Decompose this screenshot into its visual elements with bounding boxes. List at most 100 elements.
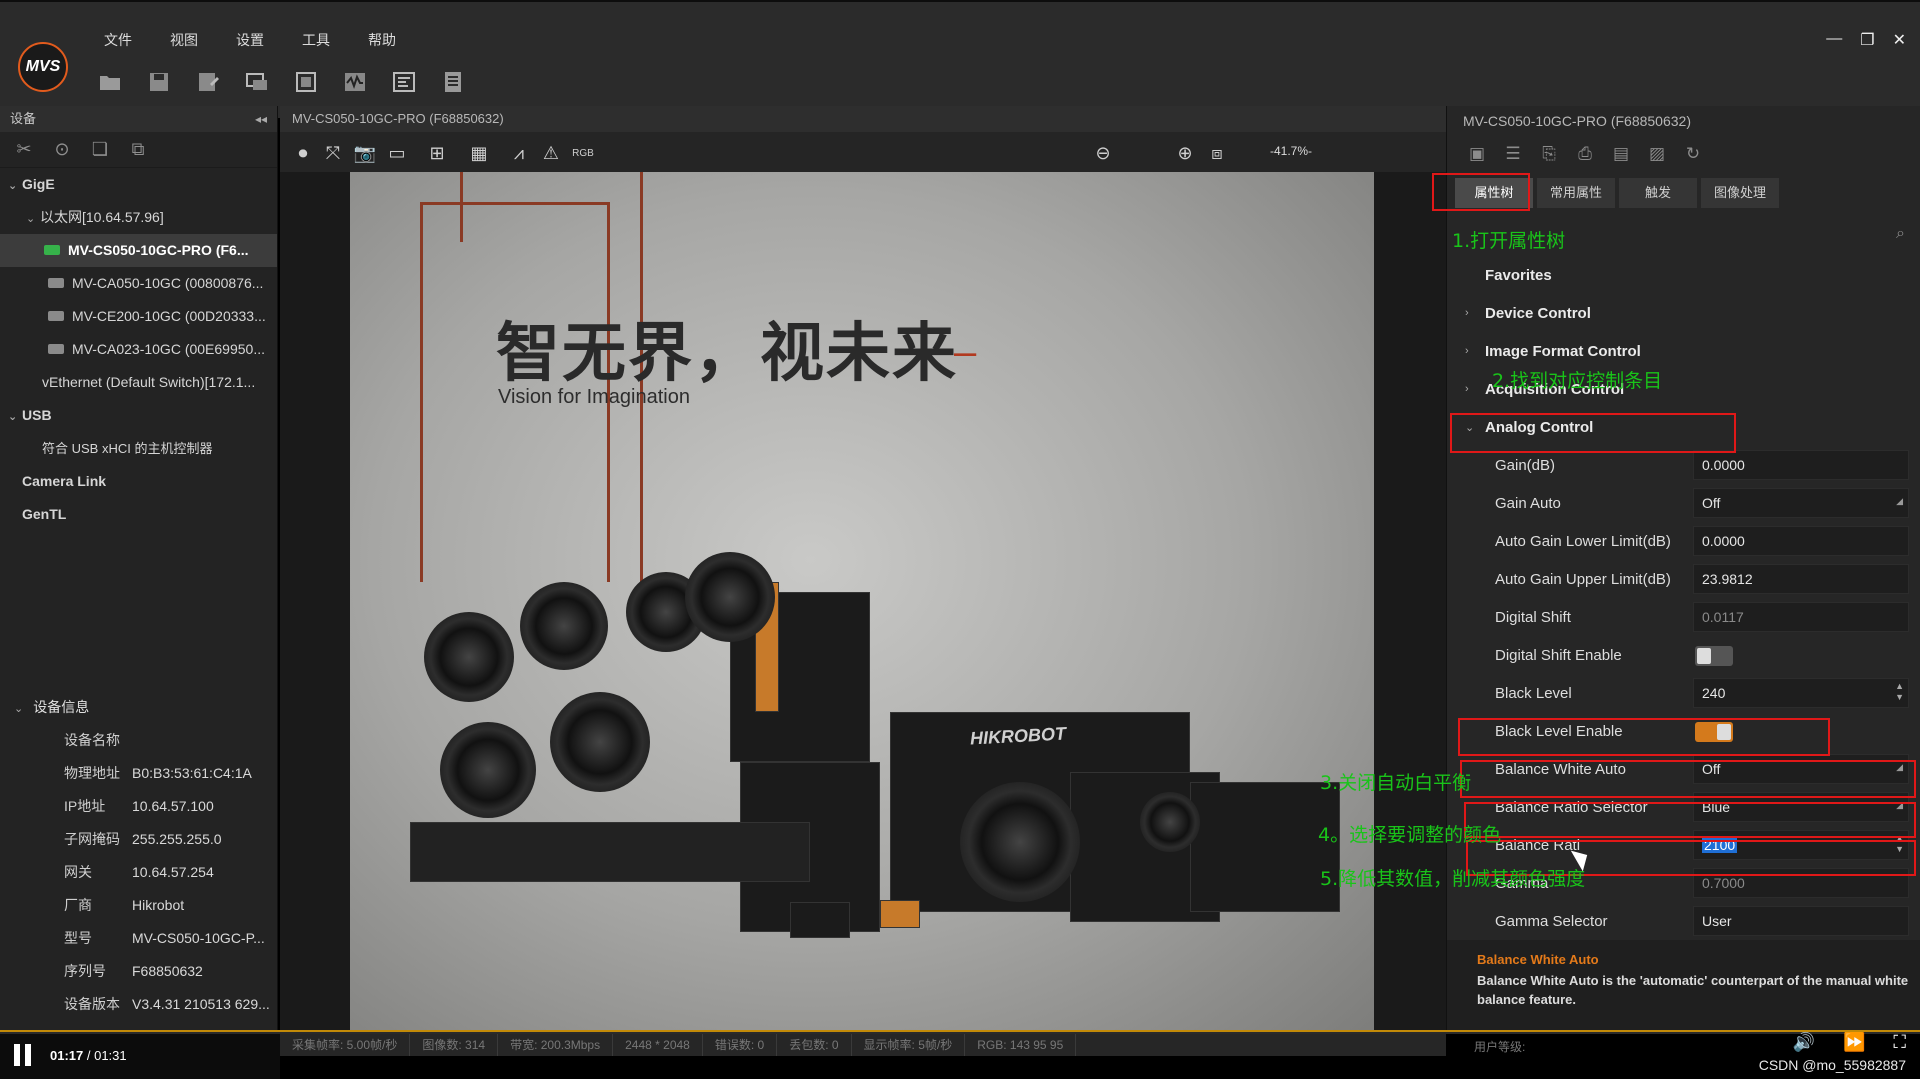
video-total-time: 01:31 <box>94 1048 127 1063</box>
histogram-icon[interactable]: ⩘ <box>506 140 532 166</box>
close-icon[interactable]: ✕ <box>1893 30 1906 50</box>
main-toolbar <box>96 68 488 96</box>
annotation-step2: 2.找到对应控制条目 <box>1492 370 1663 392</box>
gain-auto-select[interactable]: Off ◢ <box>1693 488 1909 518</box>
status-image-count: 图像数: 314 <box>410 1034 499 1056</box>
device-tree: ⌄ GigE ⌄ 以太网[10.64.57.96] MV-CS050-10GC-PR… <box>0 168 277 531</box>
zoom-out-icon[interactable]: ⊖ <box>1090 140 1116 166</box>
snapshot-icon[interactable]: 📷 <box>352 140 378 166</box>
warning-icon[interactable]: ⚠ <box>538 140 564 166</box>
open-folder-icon[interactable] <box>96 68 124 96</box>
multi-device-icon[interactable]: ⧉ <box>126 138 150 162</box>
tree-usb[interactable]: ⌄ USB <box>0 399 277 432</box>
auto-gain-lower-input[interactable]: 0.0000 <box>1693 526 1909 556</box>
actual-size-icon[interactable]: ⧈ <box>1204 140 1230 166</box>
minimize-icon[interactable]: — <box>1826 30 1842 50</box>
tree-camera-link[interactable]: Camera Link <box>0 465 277 498</box>
tree-device-2[interactable]: MV-CA050-10GC (00800876... <box>0 267 277 300</box>
tab-common-properties[interactable]: 常用属性 <box>1537 178 1615 208</box>
gain-input[interactable]: 0.0000 <box>1693 450 1909 480</box>
info-value: V3.4.31 210513 629... <box>132 996 270 1012</box>
save-params-icon[interactable]: ▨ <box>1645 142 1669 166</box>
menu-settings[interactable]: 设置 <box>236 30 302 50</box>
player-right-controls: 🔊 ⏩ ⛶ <box>1793 1032 1906 1053</box>
stop-icon[interactable]: ⊙ <box>50 138 74 162</box>
digital-shift-input[interactable]: 0.0117 <box>1693 602 1909 632</box>
save-as-icon[interactable] <box>194 68 222 96</box>
video-current-time: 01:17 <box>50 1048 84 1063</box>
gamma-selector-select[interactable]: User <box>1693 906 1909 936</box>
restore-icon[interactable]: ❐ <box>1860 30 1874 50</box>
prop-value: 0.0000 <box>1702 457 1745 473</box>
image-viewport[interactable]: 智无界，视未来 – Vision for Imagination HIKROBO… <box>280 172 1446 1034</box>
description-text: Balance White Auto is the 'automatic' co… <box>1477 973 1909 1007</box>
tree-gentl[interactable]: GenTL <box>0 498 277 531</box>
spinner-icon[interactable]: ▲ ▼ <box>1895 681 1904 703</box>
group-image-format[interactable]: › Image Format Control <box>1447 332 1909 370</box>
menu-file[interactable]: 文件 <box>104 30 170 50</box>
collapse-panel-icon[interactable]: ◂◂ <box>255 106 267 132</box>
export-icon[interactable]: ⎙ <box>1573 142 1597 166</box>
prop-label: Gain(dB) <box>1495 456 1556 474</box>
refresh-icon[interactable]: ↻ <box>1681 142 1705 166</box>
usb-label: USB <box>22 407 52 423</box>
info-row: 网关 10.64.57.254 <box>0 856 278 889</box>
camera-image: 智无界，视未来 – Vision for Imagination HIKROBO… <box>350 172 1374 1034</box>
headline-dash: – <box>954 330 977 374</box>
fit-window-icon[interactable]: ⤧ <box>320 140 346 166</box>
red-line-decoration <box>460 172 463 242</box>
zoom-in-icon[interactable]: ⊕ <box>1172 140 1198 166</box>
tree-usb-controller[interactable]: 符合 USB xHCI 的主机控制器 <box>0 432 277 465</box>
rgb-pick-icon[interactable]: RGB <box>570 140 596 166</box>
record-icon[interactable]: ▭ <box>384 140 410 166</box>
waveform-icon[interactable] <box>341 68 369 96</box>
log-list-icon[interactable] <box>439 68 467 96</box>
device-panel-header: 设备 ◂◂ <box>0 106 277 132</box>
file-icon[interactable]: ▤ <box>1609 142 1633 166</box>
prop-value: 0.0117 <box>1702 609 1744 625</box>
digital-shift-enable-toggle[interactable] <box>1695 646 1733 666</box>
prop-black-level: Black Level 240 ▲ ▼ <box>1447 674 1909 712</box>
fullscreen-icon[interactable] <box>292 68 320 96</box>
save-icon[interactable] <box>145 68 173 96</box>
group-favorites[interactable]: Favorites <box>1447 256 1909 294</box>
multi-window-icon[interactable] <box>243 68 271 96</box>
chevron-right-icon: › <box>1465 307 1469 319</box>
search-icon[interactable]: ⌕ <box>1896 225 1905 243</box>
stop-grab-icon[interactable]: ⏺ <box>290 140 316 166</box>
split-view-icon[interactable]: ⊞ <box>424 140 450 166</box>
prop-digital-shift-enable: Digital Shift Enable <box>1447 636 1909 674</box>
tree-device-4[interactable]: MV-CA023-10GC (00E69950... <box>0 333 277 366</box>
pause-icon[interactable] <box>14 1044 32 1066</box>
copy-device-icon[interactable]: ❏ <box>88 138 112 162</box>
prop-label: Digital Shift <box>1495 608 1571 626</box>
camera-lens <box>1140 792 1200 852</box>
tree-gige[interactable]: ⌄ GigE <box>0 168 277 201</box>
menu-help[interactable]: 帮助 <box>368 30 434 50</box>
tab-image-processing[interactable]: 图像处理 <box>1701 178 1779 208</box>
grid-icon[interactable]: ▦ <box>466 140 492 166</box>
menu-view[interactable]: 视图 <box>170 30 236 50</box>
black-level-input[interactable]: 240 ▲ ▼ <box>1693 678 1909 708</box>
annotation-step1: 1.打开属性树 <box>1452 230 1566 252</box>
tree-device-1[interactable]: MV-CS050-10GC-PRO (F6... <box>0 234 277 267</box>
group-device-control[interactable]: › Device Control <box>1447 294 1909 332</box>
disconnect-icon[interactable]: ✂ <box>12 138 36 162</box>
volume-icon[interactable]: 🔊 <box>1793 1032 1815 1053</box>
device-info-header[interactable]: ⌄ 设备信息 <box>0 692 278 722</box>
tree-ethernet[interactable]: ⌄ 以太网[10.64.57.96] <box>0 201 277 234</box>
menu-tools[interactable]: 工具 <box>302 30 368 50</box>
dropdown-icon: ◢ <box>1896 496 1903 506</box>
info-row: 物理地址 B0:B3:53:61:C4:1A <box>0 757 278 790</box>
tree-vethernet[interactable]: vEthernet (Default Switch)[172.1... <box>0 366 277 399</box>
import-icon[interactable]: ⎘ <box>1537 142 1561 166</box>
ip-config-icon[interactable] <box>390 68 418 96</box>
tree-device-3[interactable]: MV-CE200-10GC (00D20333... <box>0 300 277 333</box>
auto-gain-upper-input[interactable]: 23.9812 <box>1693 564 1909 594</box>
speed-icon[interactable]: ⏩ <box>1843 1032 1865 1053</box>
camera-settings-icon[interactable]: ▣ <box>1465 142 1489 166</box>
fullscreen-exit-icon[interactable]: ⛶ <box>1893 1032 1906 1053</box>
list-view-icon[interactable]: ☰ <box>1501 142 1525 166</box>
tab-trigger[interactable]: 触发 <box>1619 178 1697 208</box>
device-label: MV-CA023-10GC (00E69950... <box>72 341 265 357</box>
